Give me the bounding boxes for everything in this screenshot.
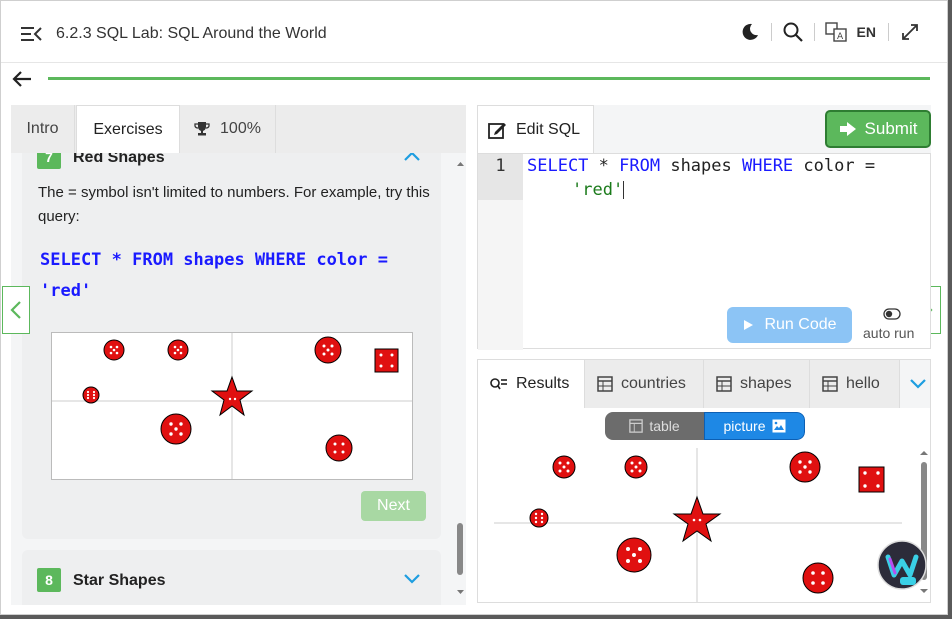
exercise-title: Star Shapes	[73, 572, 166, 589]
tab-label: shapes	[740, 375, 792, 392]
exercise-number: 7	[37, 153, 61, 169]
text-cursor	[623, 181, 625, 199]
toggle-label: picture	[723, 418, 766, 434]
page-title: 6.2.3 SQL Lab: SQL Around the World	[56, 25, 327, 42]
table-icon	[822, 376, 838, 392]
trophy-icon	[194, 122, 210, 136]
exercise-title: Red Shapes	[73, 153, 165, 166]
exercise-card-8[interactable]: 8 Star Shapes	[22, 550, 441, 605]
tab-label: Edit SQL	[516, 120, 581, 138]
top-bar: 6.2.3 SQL Lab: SQL Around the World A EN	[1, 1, 947, 63]
table-icon	[597, 376, 613, 392]
submit-arrow-icon	[839, 122, 856, 136]
table-icon	[716, 376, 732, 392]
sql-keyword: FROM	[619, 156, 661, 176]
sql-keyword: WHERE	[741, 156, 794, 176]
tab-label: Results	[516, 375, 570, 392]
editor-panel: Edit SQL Submit 1 SELECT * FROM shapes W…	[477, 105, 931, 350]
instructions-panel: Intro Exercises 100% 7 Red Shapes The = s…	[11, 105, 466, 605]
result-shapes-picture	[478, 444, 918, 602]
table-icon	[629, 419, 644, 433]
toggle-label: table	[649, 418, 680, 434]
chevron-down-icon[interactable]	[404, 574, 420, 584]
tab-shapes[interactable]: shapes	[704, 360, 810, 408]
exercise-header[interactable]: 7 Red Shapes	[37, 153, 165, 169]
tab-edit-sql[interactable]: Edit SQL	[477, 105, 594, 153]
tab-countries[interactable]: countries	[585, 360, 704, 408]
tab-progress[interactable]: 100%	[180, 105, 276, 153]
instructions-scrollbar[interactable]	[455, 153, 466, 605]
progress-bar	[48, 77, 930, 80]
submit-button[interactable]: Submit	[825, 110, 931, 148]
divider	[888, 23, 889, 41]
scroll-down-icon[interactable]	[455, 587, 466, 597]
view-toggle: table picture	[605, 412, 805, 440]
query-line: 'red'	[40, 281, 92, 301]
auto-run-label: auto run	[863, 325, 915, 341]
line-number: 1	[478, 154, 523, 200]
chevron-down-icon[interactable]	[910, 379, 926, 389]
chevron-up-icon[interactable]	[404, 153, 420, 161]
sql-table: shapes	[660, 156, 742, 176]
sql-string: 'red'	[572, 180, 624, 200]
exercise-header[interactable]: 8 Star Shapes	[37, 568, 165, 592]
instructions-tabs: Intro Exercises 100%	[11, 105, 466, 153]
translate-icon[interactable]: A	[824, 21, 847, 43]
language-label[interactable]: EN	[857, 24, 876, 40]
next-button[interactable]: Next	[361, 491, 426, 521]
picture-view-button[interactable]: picture	[704, 412, 805, 440]
line-gutter: 1	[478, 154, 523, 350]
sql-keyword: SELECT	[527, 156, 589, 176]
tab-label: 100%	[220, 120, 261, 137]
sql-editor[interactable]: 1 SELECT * FROM shapes WHERE color = 're…	[477, 153, 931, 350]
table-view-button[interactable]: table	[605, 412, 704, 440]
divider	[770, 23, 772, 41]
chevron-left-icon	[10, 301, 21, 319]
tab-label: Intro	[26, 120, 59, 137]
scroll-up-icon[interactable]	[455, 159, 466, 169]
query-line: SELECT * FROM shapes WHERE color =	[40, 250, 388, 270]
tab-label: Exercises	[93, 120, 163, 138]
sql-code[interactable]: SELECT * FROM shapes WHERE color = 'red'	[527, 154, 917, 202]
navigation-row	[1, 63, 947, 97]
previous-exercise-button[interactable]	[2, 286, 30, 334]
auto-run-toggle[interactable]: auto run	[863, 307, 923, 347]
scrollbar-thumb[interactable]	[457, 523, 463, 575]
back-arrow-icon[interactable]	[11, 69, 33, 89]
submit-label: Submit	[864, 119, 918, 138]
svg-text:A: A	[837, 32, 844, 42]
results-panel: Results countries shapes hello table pic…	[477, 359, 931, 603]
exercise-card-7: 7 Red Shapes The = symbol isn't limited t…	[22, 153, 441, 539]
search-icon[interactable]	[782, 21, 804, 43]
dark-mode-icon[interactable]	[739, 21, 761, 43]
sql-operator: *	[588, 156, 620, 176]
run-code-button[interactable]: Run Code	[727, 307, 852, 343]
fullscreen-icon[interactable]	[899, 21, 921, 43]
exercise-list[interactable]: 7 Red Shapes The = symbol isn't limited t…	[11, 153, 466, 605]
run-label: Run Code	[764, 316, 837, 333]
example-shapes-picture	[51, 332, 413, 480]
tab-results[interactable]: Results	[478, 360, 585, 408]
divider	[813, 23, 815, 41]
assistant-beta-icon[interactable]	[876, 539, 928, 591]
play-icon	[744, 320, 754, 330]
tab-hello[interactable]: hello	[810, 360, 900, 408]
tab-label: countries	[621, 375, 686, 392]
results-icon	[490, 378, 507, 390]
example-query: SELECT * FROM shapes WHERE color = 'red'	[40, 245, 435, 307]
app-window: 6.2.3 SQL Lab: SQL Around the World A EN	[0, 0, 948, 615]
exercise-description: The = symbol isn't limited to numbers. F…	[38, 184, 430, 225]
scroll-up-icon[interactable]	[918, 448, 930, 458]
tab-label: hello	[846, 375, 880, 392]
tab-exercises[interactable]: Exercises	[76, 105, 180, 153]
menu-collapse-icon[interactable]	[21, 25, 43, 43]
edit-icon	[488, 122, 506, 139]
header-actions: A EN	[733, 21, 927, 43]
image-icon	[772, 419, 786, 433]
sql-condition: color =	[793, 156, 876, 176]
toggle-switch-icon[interactable]	[883, 308, 901, 320]
tab-intro[interactable]: Intro	[11, 105, 75, 153]
exercise-number: 8	[37, 568, 61, 592]
